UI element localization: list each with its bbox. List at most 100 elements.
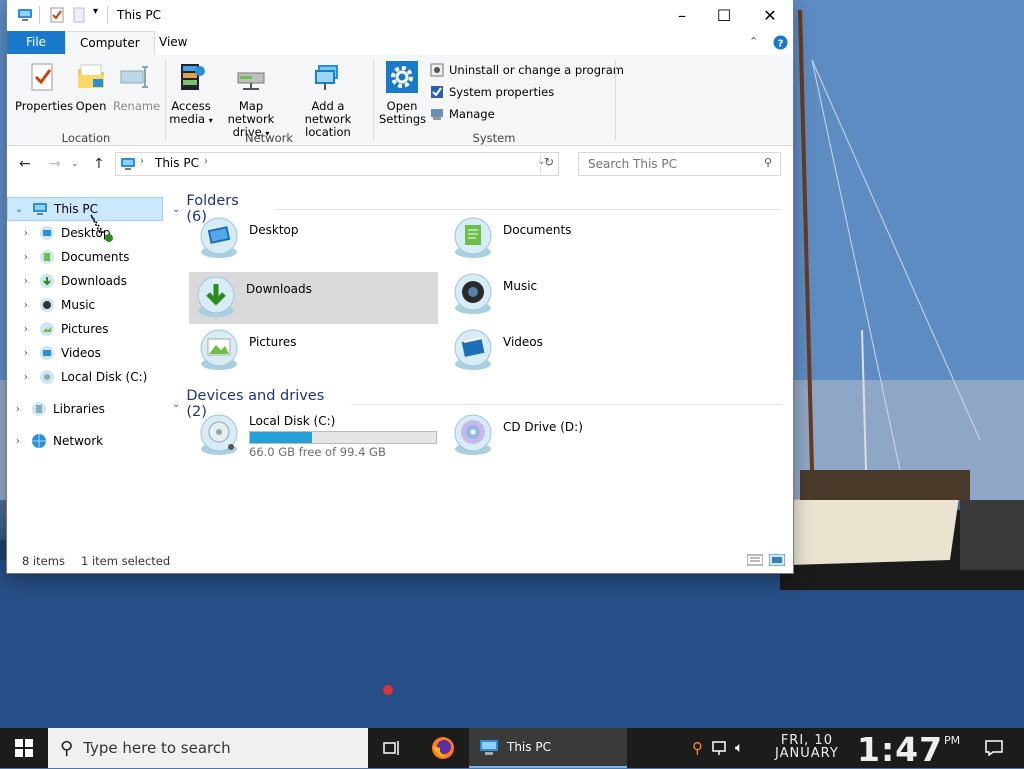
back-button[interactable]: ← — [19, 156, 31, 172]
clock-ampm: PM — [944, 734, 961, 747]
notifications-icon — [985, 740, 1003, 756]
folder-tile-music[interactable]: Music — [436, 269, 684, 321]
folder-name: Downloads — [246, 282, 312, 296]
breadcrumb-this-pc[interactable]: This PC — [155, 156, 199, 170]
system-properties-button[interactable]: System properties — [430, 85, 554, 99]
search-input[interactable] — [586, 153, 760, 175]
add-network-location-button[interactable]: Add a network location — [289, 61, 367, 139]
folder-tile-pictures[interactable]: Pictures — [182, 325, 430, 377]
properties-quick-icon[interactable] — [49, 7, 65, 23]
rename-button[interactable]: Rename — [113, 61, 160, 113]
taskbar-search-box[interactable]: ⚲ Type here to search — [48, 728, 368, 768]
chevron-right-icon[interactable]: › — [19, 300, 33, 311]
nav-item-this-pc[interactable]: ⌄ This PC — [7, 197, 163, 221]
refresh-icon[interactable]: ↻ — [544, 155, 554, 169]
nav-item-local-disk[interactable]: › Local Disk (C:) — [19, 365, 147, 389]
up-button[interactable]: ↑ — [93, 156, 105, 172]
search-icon: ⚲ — [60, 737, 74, 759]
minimize-button[interactable]: – — [659, 0, 705, 31]
access-media-button[interactable]: Access media ▾ — [169, 61, 213, 127]
details-view-icon[interactable] — [747, 554, 763, 566]
search-box[interactable]: ⚲ — [578, 152, 781, 176]
properties-label: Properties — [15, 99, 74, 113]
videos-folder-icon — [40, 346, 54, 360]
this-pc-icon — [480, 740, 498, 755]
nav-item-documents[interactable]: › Documents — [19, 245, 129, 269]
search-key-icon[interactable]: ⚲ — [692, 739, 703, 757]
chevron-right-icon[interactable]: › — [19, 324, 33, 335]
chevron-right-icon[interactable]: › — [11, 436, 25, 447]
nav-item-videos[interactable]: › Videos — [19, 341, 101, 365]
help-icon[interactable]: ? — [773, 35, 788, 50]
group-label-network: Network — [244, 131, 294, 145]
chevron-right-icon[interactable]: › — [19, 228, 33, 239]
svg-text:?: ? — [778, 39, 784, 50]
map-network-drive-button[interactable]: Map network drive ▾ — [215, 61, 287, 140]
ribbon-tab-strip: File Computer View ⌃ ? — [7, 31, 793, 56]
nav-item-libraries[interactable]: › Libraries — [11, 397, 105, 421]
firefox-taskbar-button[interactable] — [422, 728, 464, 768]
nav-item-music[interactable]: › Music — [19, 293, 95, 317]
task-view-button[interactable] — [372, 728, 412, 768]
breadcrumb-separator-icon[interactable]: › — [204, 156, 208, 167]
chevron-down-icon[interactable]: ⌄ — [12, 204, 26, 215]
chevron-down-icon[interactable]: ⌄ — [172, 204, 180, 215]
open-button[interactable]: Open — [73, 61, 109, 113]
videos-folder-icon — [454, 329, 492, 370]
folder-tile-desktop[interactable]: Desktop — [182, 213, 430, 265]
clock-time[interactable]: 1:47 — [857, 730, 943, 769]
open-settings-button[interactable]: Open Settings — [379, 61, 426, 126]
customize-quick-access-icon[interactable]: ▾ — [93, 6, 98, 17]
nav-label: Videos — [61, 346, 101, 360]
address-input[interactable]: › This PC › ⌄ ↻ — [115, 152, 559, 176]
title-bar[interactable]: ▾ This PC – ☐ ✕ — [7, 0, 793, 31]
this-pc-taskbar-button[interactable]: This PC — [469, 728, 627, 768]
uninstall-program-button[interactable]: Uninstall or change a program — [430, 63, 624, 77]
map-drive-label-1: Map network — [227, 99, 275, 126]
close-button[interactable]: ✕ — [747, 0, 793, 31]
documents-folder-icon — [454, 217, 492, 258]
chevron-down-icon[interactable]: ⌄ — [172, 399, 180, 410]
close-icon: ✕ — [763, 6, 777, 25]
maximize-button[interactable]: ☐ — [701, 0, 747, 31]
drive-tile-local-disk[interactable]: Local Disk (C:) 66.0 GB free of 99.4 GB — [182, 410, 437, 466]
chevron-right-icon[interactable]: › — [19, 276, 33, 287]
forward-button[interactable]: → — [49, 156, 61, 172]
network-icon[interactable] — [711, 740, 729, 756]
drive-tile-cd-drive[interactable]: CD Drive (D:) — [436, 410, 684, 466]
folder-tile-videos[interactable]: Videos — [436, 325, 684, 377]
folder-open-icon — [78, 64, 104, 88]
recent-locations-button[interactable]: ⌄ — [71, 159, 79, 169]
chevron-right-icon[interactable]: › — [19, 252, 33, 263]
item-count: 8 items — [22, 554, 65, 568]
cd-drive-icon — [454, 414, 492, 455]
large-icons-view-icon[interactable] — [769, 554, 785, 566]
tab-view[interactable]: View — [145, 31, 201, 54]
manage-button[interactable]: Manage — [430, 107, 495, 121]
volume-icon[interactable]: 🔈︎ — [735, 740, 743, 756]
mouse-cursor-icon — [90, 214, 113, 242]
search-icon[interactable]: ⚲ — [764, 156, 772, 169]
network-drive-icon — [237, 72, 265, 90]
folder-tile-documents[interactable]: Documents — [436, 213, 684, 265]
nav-item-downloads[interactable]: › Downloads — [19, 269, 127, 293]
chevron-right-icon[interactable]: › — [11, 404, 25, 415]
nav-item-pictures[interactable]: › Pictures — [19, 317, 109, 341]
minimize-ribbon-icon[interactable]: ⌃ — [749, 35, 758, 48]
new-folder-quick-icon[interactable] — [71, 7, 87, 23]
group-label-system: System — [472, 131, 516, 145]
properties-button[interactable]: Properties — [15, 61, 74, 113]
chevron-right-icon[interactable]: › — [19, 372, 33, 383]
start-button[interactable] — [0, 728, 48, 768]
chevron-right-icon[interactable]: › — [19, 348, 33, 359]
rename-icon — [120, 66, 148, 88]
folder-tile-downloads[interactable]: Downloads — [189, 272, 438, 324]
clock-date[interactable]: FRI, 10 JANUARY — [775, 734, 839, 760]
pictures-folder-icon — [200, 329, 238, 370]
nav-item-network[interactable]: › Network — [11, 429, 103, 453]
tab-computer[interactable]: Computer — [65, 31, 155, 56]
tab-file[interactable]: File — [7, 31, 65, 54]
system-properties-icon — [431, 86, 443, 98]
action-center-button[interactable] — [976, 728, 1012, 768]
downloads-folder-icon — [40, 274, 54, 288]
